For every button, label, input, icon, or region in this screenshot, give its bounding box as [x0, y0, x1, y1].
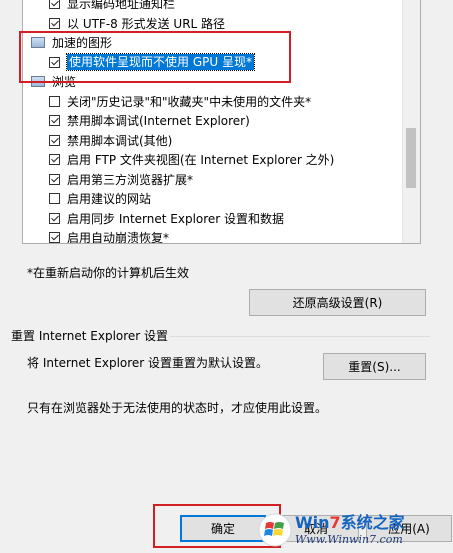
tree-item-label: 启用同步 Internet Explorer 设置和数据: [67, 211, 285, 226]
tree-checkbox-item[interactable]: 关闭"历史记录"和"收藏夹"中未使用的文件夹*: [23, 92, 403, 112]
checkbox-checked[interactable]: [49, 173, 60, 185]
tree-group[interactable]: 浏览: [23, 72, 403, 92]
checkbox-checked[interactable]: [49, 0, 60, 10]
tree-group[interactable]: 加速的图形: [23, 33, 403, 53]
checkbox-checked[interactable]: [49, 154, 60, 166]
tree-item-label: 禁用脚本调试(其他): [67, 133, 173, 148]
checkbox-checked[interactable]: [49, 56, 60, 68]
section-divider: [170, 336, 430, 337]
tree-checkbox-item[interactable]: 启用同步 Internet Explorer 设置和数据: [23, 209, 403, 229]
checkbox-checked[interactable]: [49, 232, 60, 243]
advanced-settings-tree[interactable]: 显示编码地址通知栏以 UTF-8 形式发送 URL 路径加速的图形使用软件呈现而…: [22, 0, 421, 244]
tree-item-label: 启用 FTP 文件夹视图(在 Internet Explorer 之外): [67, 153, 335, 168]
tree-checkbox-item[interactable]: 禁用脚本调试(其他): [23, 131, 403, 151]
restore-advanced-button[interactable]: 还原高级设置(R): [249, 289, 426, 316]
tree-item-label: 浏览: [52, 75, 77, 90]
tree-item-label: 关闭"历史记录"和"收藏夹"中未使用的文件夹*: [67, 94, 312, 109]
tree-checkbox-item[interactable]: 以 UTF-8 形式发送 URL 路径: [23, 14, 403, 34]
tree-checkbox-item[interactable]: 使用软件呈现而不使用 GPU 呈现*: [23, 53, 403, 73]
tree-scrollbar[interactable]: [402, 0, 420, 243]
tree-checkbox-item[interactable]: 启用 FTP 文件夹视图(在 Internet Explorer 之外): [23, 150, 403, 170]
checkbox-checked[interactable]: [49, 212, 60, 224]
scrollbar-thumb[interactable]: [406, 128, 416, 188]
checkbox-checked[interactable]: [49, 134, 60, 146]
checkbox-checked[interactable]: [49, 115, 60, 127]
tree-item-label: 启用自动崩溃恢复*: [67, 231, 170, 244]
tree-checkbox-item[interactable]: 启用建议的网站: [23, 189, 403, 209]
checkbox-checked[interactable]: [49, 17, 60, 29]
watermark-title: Win7系统之家: [295, 513, 405, 532]
reset-note: 只有在浏览器处于无法使用的状态时，才应使用此设置。: [27, 401, 328, 415]
tree-checkbox-item[interactable]: 禁用脚本调试(Internet Explorer): [23, 111, 403, 131]
checkbox-unchecked[interactable]: [49, 193, 60, 205]
reset-description: 将 Internet Explorer 设置重置为默认设置。: [27, 356, 269, 370]
folder-group-icon: [31, 76, 45, 88]
reset-section-title: 重置 Internet Explorer 设置: [11, 329, 169, 343]
tree-checkbox-item[interactable]: 启用自动崩溃恢复*: [23, 228, 403, 244]
tree-item-label: 加速的图形: [52, 36, 113, 51]
watermark: Win7系统之家 Www.Winwin7.com: [258, 507, 453, 553]
tree-item-label: 使用软件呈现而不使用 GPU 呈现*: [66, 53, 255, 72]
tree-item-label: 启用第三方浏览器扩展*: [67, 172, 194, 187]
tree-item-label: 显示编码地址通知栏: [67, 0, 176, 12]
windows-logo-icon: [258, 513, 292, 547]
folder-group-icon: [31, 37, 45, 49]
tree-item-label: 禁用脚本调试(Internet Explorer): [67, 114, 250, 129]
restart-note: *在重新启动你的计算机后生效: [27, 266, 190, 280]
tree-item-label: 启用建议的网站: [67, 192, 152, 207]
reset-button[interactable]: 重置(S)...: [323, 353, 426, 380]
checkbox-unchecked[interactable]: [49, 95, 60, 107]
tree-items: 显示编码地址通知栏以 UTF-8 形式发送 URL 路径加速的图形使用软件呈现而…: [23, 0, 403, 244]
ok-button[interactable]: 确定: [180, 515, 266, 542]
tree-checkbox-item[interactable]: 启用第三方浏览器扩展*: [23, 170, 403, 190]
tree-item-label: 以 UTF-8 形式发送 URL 路径: [67, 16, 226, 31]
watermark-url: Www.Winwin7.com: [295, 533, 403, 546]
tree-checkbox-item[interactable]: 显示编码地址通知栏: [23, 0, 403, 14]
